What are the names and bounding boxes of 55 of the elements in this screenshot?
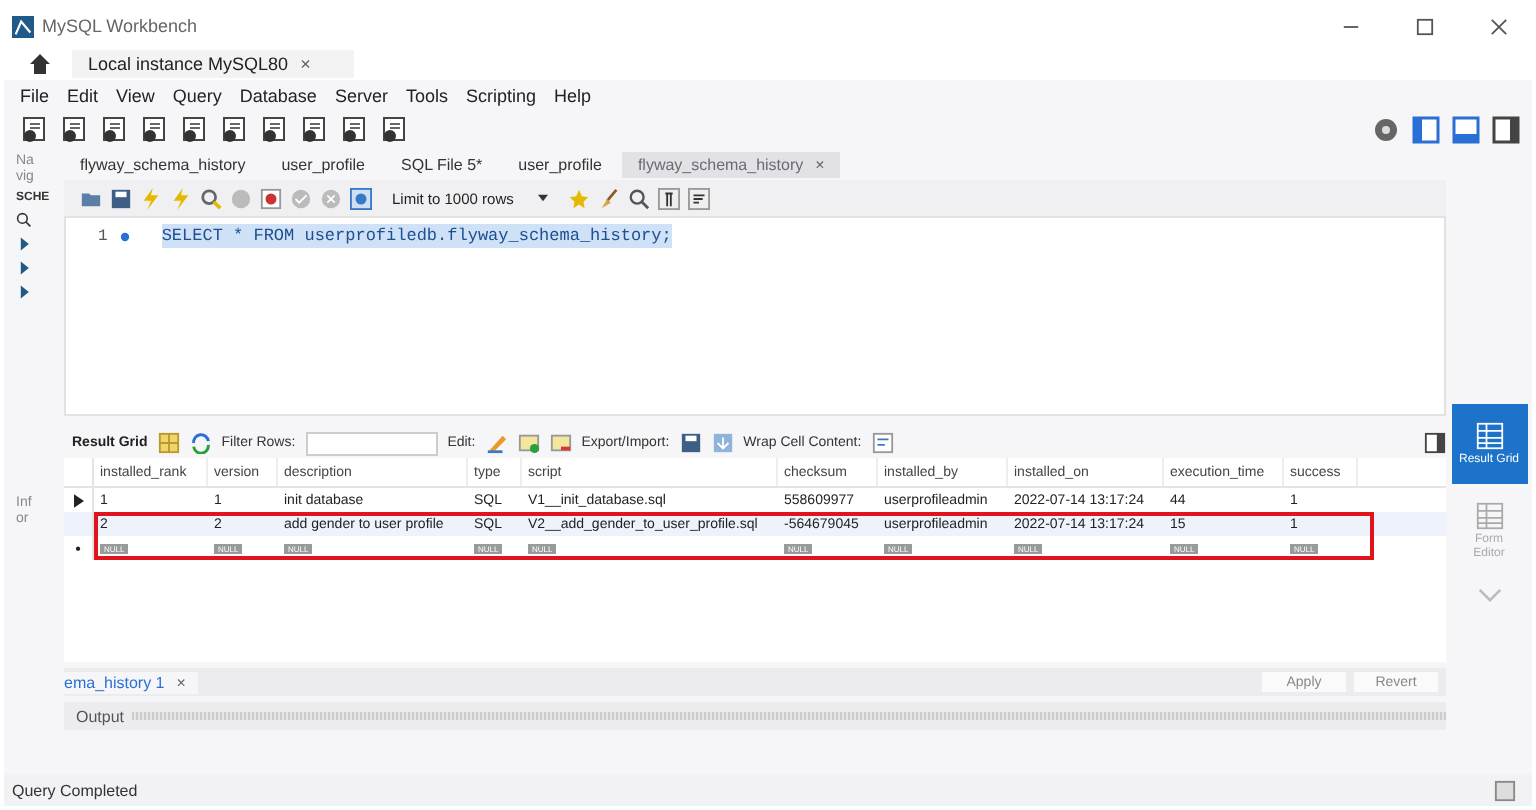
output-label: Output (76, 707, 125, 725)
caret-icon (537, 194, 548, 202)
status-text: Query Completed (12, 781, 138, 799)
app-icon (12, 15, 34, 37)
sql-file-icon[interactable] (20, 116, 48, 144)
check-icon[interactable] (290, 187, 312, 209)
editor-tab[interactable]: user_profile (502, 152, 618, 178)
connection-tab[interactable]: Local instance MySQL80 × (72, 49, 355, 77)
menu-item[interactable]: File (20, 85, 50, 105)
panel-toggle-icon[interactable] (1424, 432, 1446, 454)
search-icon[interactable] (16, 212, 32, 229)
editor-tab[interactable]: user_profile (265, 152, 382, 178)
panel-layout-icon[interactable] (1492, 116, 1520, 144)
menu-item[interactable]: Scripting (465, 85, 536, 105)
toggle-icon[interactable] (350, 187, 372, 209)
close-icon[interactable] (1490, 17, 1508, 35)
delete-row-icon[interactable] (549, 432, 572, 454)
panel-icon[interactable] (1494, 779, 1516, 801)
menu-item[interactable]: Tools (405, 85, 448, 105)
editor-tab[interactable]: flyway_schema_history (64, 152, 262, 178)
pencil-icon[interactable] (485, 432, 508, 454)
star-icon[interactable] (567, 187, 590, 209)
result-tab[interactable]: ema_history 1 × (64, 671, 198, 693)
sql-statement: SELECT * FROM userprofiledb.flyway_schema_history; (161, 224, 672, 248)
home-icon[interactable] (28, 51, 52, 75)
sql-file-icon[interactable] (60, 116, 88, 144)
menu-item[interactable]: Database (239, 85, 317, 105)
paragraph-icon[interactable] (657, 187, 680, 209)
refresh-icon[interactable] (189, 432, 212, 454)
grid-icon (1475, 502, 1503, 531)
new-row-marker: • (75, 539, 81, 557)
wrap-icon[interactable] (687, 187, 710, 209)
panel-layout-icon[interactable] (1452, 116, 1480, 144)
menu-item[interactable]: Query (172, 85, 222, 105)
save-icon[interactable] (679, 432, 702, 454)
broom-icon[interactable] (597, 187, 620, 209)
search-icon[interactable] (627, 187, 650, 209)
add-row-icon[interactable] (517, 432, 540, 454)
menu-item[interactable]: View (116, 85, 155, 105)
panel-layout-icon[interactable] (1412, 116, 1440, 144)
filter-field[interactable] (305, 431, 438, 455)
toggle-icon[interactable] (260, 187, 282, 209)
editor-tab[interactable]: flyway_schema_history × (621, 152, 841, 178)
window-title: MySQL Workbench (42, 16, 198, 36)
editor-tab[interactable]: SQL File 5* (385, 152, 499, 178)
settings-icon[interactable] (1372, 116, 1400, 144)
menu-item[interactable]: Help (553, 85, 591, 105)
dot-icon (119, 231, 130, 241)
menu-item[interactable]: Edit (67, 85, 99, 105)
save-icon[interactable] (110, 187, 132, 209)
grid-icon (1475, 421, 1503, 450)
magnifier-icon[interactable] (200, 187, 222, 209)
maximize-icon[interactable] (1416, 17, 1434, 35)
menu-item[interactable]: Server (334, 85, 388, 105)
line-number: 1 (98, 227, 108, 245)
